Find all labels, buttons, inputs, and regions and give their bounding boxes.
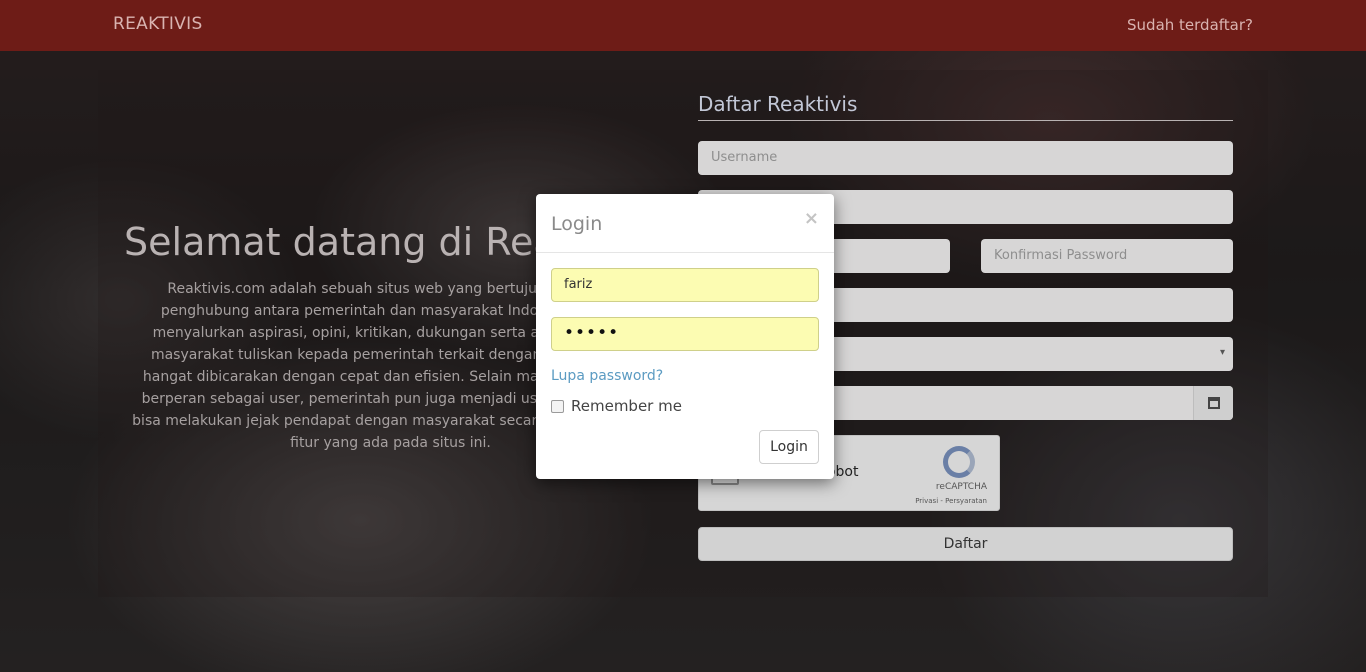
modal-header: Login × xyxy=(536,194,834,253)
recaptcha-logo-icon xyxy=(943,446,975,478)
already-registered-link[interactable]: Sudah terdaftar? xyxy=(1127,16,1253,34)
login-username-input[interactable]: fariz xyxy=(551,268,819,302)
login-button[interactable]: Login xyxy=(759,430,819,464)
chevron-down-icon: ▾ xyxy=(1219,347,1225,358)
close-icon[interactable]: × xyxy=(804,208,819,229)
recaptcha-brand: reCAPTCHA xyxy=(935,482,987,492)
brand-logo[interactable]: REAKTIVIS xyxy=(113,14,203,34)
navbar: REAKTIVIS Sudah terdaftar? xyxy=(0,0,1366,51)
remember-me-checkbox[interactable] xyxy=(551,399,564,413)
forgot-password-link[interactable]: Lupa password? xyxy=(551,368,819,384)
calendar-icon xyxy=(1207,397,1220,409)
register-title: Daftar Reaktivis xyxy=(698,92,1233,121)
calendar-button[interactable] xyxy=(1193,386,1233,420)
recaptcha-links[interactable]: Privasi - Persyaratan xyxy=(915,497,987,505)
modal-body: fariz ••••• Lupa password? Remember me xyxy=(536,253,834,430)
remember-me-label[interactable]: Remember me xyxy=(571,397,682,415)
confirm-password-field[interactable]: Konfirmasi Password xyxy=(981,239,1233,273)
login-modal: Login × fariz ••••• Lupa password? Remem… xyxy=(536,194,834,479)
remember-me: Remember me xyxy=(551,397,819,415)
register-button[interactable]: Daftar xyxy=(698,527,1233,561)
modal-title: Login xyxy=(551,213,603,235)
login-password-input[interactable]: ••••• xyxy=(551,317,819,351)
username-field[interactable]: Username xyxy=(698,141,1233,175)
